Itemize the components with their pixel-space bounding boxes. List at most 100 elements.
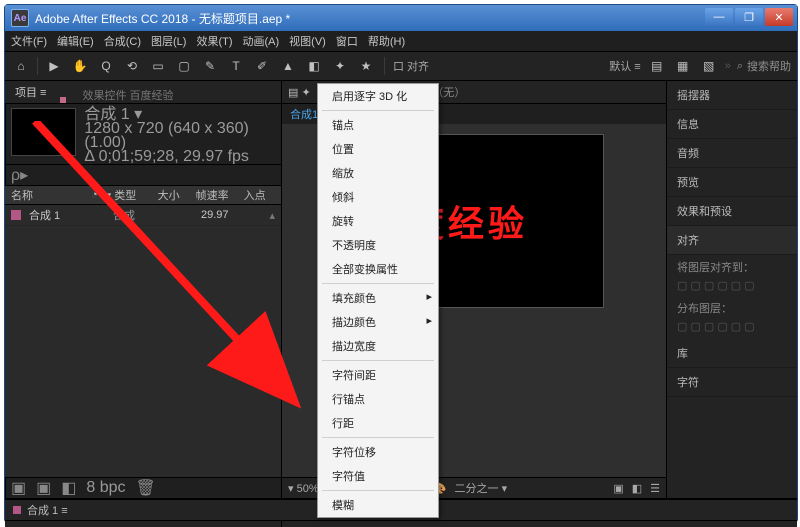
context-menu-item[interactable]: 描边宽度 [318,334,438,358]
comp-tab-icons[interactable]: ▤ ✦ [288,86,311,99]
context-menu-item[interactable]: 行距 [318,411,438,435]
orbit-tool-icon[interactable]: ⟲ [122,56,142,76]
context-menu-separator [322,110,434,111]
align-buttons[interactable]: ▢ ▢ ▢ ▢ ▢ ▢ [667,279,797,296]
context-menu-item[interactable]: 启用逐字 3D 化 [318,84,438,108]
workspace-icon-3[interactable]: ▧ [699,56,719,76]
submenu-arrow-icon: ▸ [426,314,432,327]
col-inpoint[interactable]: 入点 [244,187,266,203]
menu-view[interactable]: 视图(V) [289,33,326,49]
menu-effect[interactable]: 效果(T) [196,33,232,49]
viewer-icon-r3[interactable]: ☰ [650,482,660,495]
bpc-label[interactable]: 8 bpc [86,479,125,497]
context-menu-item[interactable]: 字符值 [318,464,438,488]
new-folder-icon[interactable]: ▣ [36,478,51,498]
menu-edit[interactable]: 编辑(E) [57,33,94,49]
context-menu-separator [322,490,434,491]
context-menu-item[interactable]: 字符位移 [318,440,438,464]
context-menu-item[interactable]: 描边颜色▸ [318,310,438,334]
home-icon[interactable]: ⌂ [11,56,31,76]
viewer-icon-r2[interactable]: ◧ [632,482,642,495]
search-icon: ⌕ [737,60,743,73]
resolution-dropdown[interactable]: 二分之一 ▾ [455,480,508,496]
col-label-icon[interactable]: ◔ [91,189,98,201]
roto-tool-icon[interactable]: ✦ [330,56,350,76]
hand-tool-icon[interactable]: ✋ [70,56,90,76]
panel-library[interactable]: 库 [667,339,797,368]
menu-window[interactable]: 窗口 [336,33,358,49]
project-search-input[interactable]: ρ▸ [11,165,28,185]
panel-info[interactable]: 信息 [667,110,797,139]
panel-align[interactable]: 对齐 [667,226,797,255]
interpret-icon[interactable]: ▣ [11,478,26,498]
camera-tool-icon[interactable]: ▭ [148,56,168,76]
comp-duration: Δ 0;01;59;28, 29.97 fps [84,150,275,164]
panel-wiggler[interactable]: 摇摆器 [667,81,797,110]
zoom-tool-icon[interactable]: Q [96,56,116,76]
trash-icon[interactable]: 🗑 [136,478,156,498]
panel-audio[interactable]: 音频 [667,139,797,168]
panel-preview[interactable]: 预览 [667,168,797,197]
workspace-icon-1[interactable]: ▤ [647,56,667,76]
pen-tool-icon[interactable]: ✎ [200,56,220,76]
submenu-arrow-icon: ▸ [426,290,432,303]
context-menu-item[interactable]: 位置 [318,137,438,161]
context-menu-item[interactable]: 模糊 [318,493,438,517]
context-menu: 启用逐字 3D 化锚点位置缩放倾斜旋转不透明度全部变换属性填充颜色▸描边颜色▸描… [317,83,439,518]
col-name[interactable]: 名称 [11,187,83,203]
project-row[interactable]: 合成 1 合成 29.97 ▴ [5,205,281,226]
menu-file[interactable]: 文件(F) [11,33,47,49]
snap-toggle[interactable]: 口 对齐 [393,58,429,74]
context-menu-item[interactable]: 字符间距 [318,363,438,387]
context-menu-item[interactable]: 锚点 [318,113,438,137]
tool-group-left: ⌂ ▶ ✋ Q ⟲ ▭ ▢ ✎ T ✐ ▲ ◧ ✦ ★ [11,56,376,76]
eraser-tool-icon[interactable]: ◧ [304,56,324,76]
close-button[interactable]: ✕ [765,8,793,26]
context-menu-item[interactable]: 全部变换属性 [318,257,438,281]
window-buttons: — ❐ ✕ [703,8,793,28]
menu-animation[interactable]: 动画(A) [243,33,280,49]
effect-swatch-icon [60,97,66,103]
project-panel: 项目 ≡ 效果控件 百度经验 合成 1 ▾ 1280 x 720 (640 x … [5,81,282,498]
shape-tool-icon[interactable]: ▢ [174,56,194,76]
context-menu-item[interactable]: 倾斜 [318,185,438,209]
new-comp-icon[interactable]: ◧ [61,478,76,498]
tab-project[interactable]: 项目 ≡ [13,81,48,103]
text-tool-icon[interactable]: T [226,56,246,76]
workspace-icon-2[interactable]: ▦ [673,56,693,76]
context-menu-separator [322,437,434,438]
context-menu-item[interactable]: 行锚点 [318,387,438,411]
menu-help[interactable]: 帮助(H) [368,33,405,49]
selection-tool-icon[interactable]: ▶ [44,56,64,76]
magnification-dropdown[interactable]: ▾ 50% [288,482,319,495]
tab-effect-controls[interactable]: 效果控件 百度经验 [82,87,173,103]
project-search-row: ρ▸ [5,164,281,186]
context-menu-item[interactable]: 旋转 [318,209,438,233]
panel-effects-presets[interactable]: 效果和预设 [667,197,797,226]
col-fps[interactable]: 帧速率 [196,187,236,203]
context-menu-item[interactable]: 填充颜色▸ [318,286,438,310]
search-placeholder[interactable]: 搜索帮助 [747,58,791,74]
menu-composition[interactable]: 合成(C) [104,33,141,49]
col-type[interactable]: ▾ 类型 [106,187,150,203]
puppet-tool-icon[interactable]: ★ [356,56,376,76]
context-menu-item[interactable]: 不透明度 [318,233,438,257]
menu-layer[interactable]: 图层(L) [151,33,186,49]
app-icon: Ae [11,9,29,27]
current-timecode[interactable]: 0;00;00;00 [5,521,105,527]
panel-character[interactable]: 字符 [667,368,797,397]
stamp-tool-icon[interactable]: ▲ [278,56,298,76]
minimize-button[interactable]: — [705,8,733,26]
maximize-button[interactable]: ❐ [735,8,763,26]
col-size[interactable]: 大小 [158,187,188,203]
row-type: 合成 [113,207,155,223]
context-menu-item[interactable]: 缩放 [318,161,438,185]
comp-dimensions: 1280 x 720 (640 x 360) (1.00) [84,122,275,150]
timeline-tab-label: 合成 1 ≡ [27,502,68,518]
menubar: 文件(F) 编辑(E) 合成(C) 图层(L) 效果(T) 动画(A) 视图(V… [5,31,797,51]
comp-thumbnail[interactable] [11,108,76,156]
distribute-buttons[interactable]: ▢ ▢ ▢ ▢ ▢ ▢ [667,320,797,339]
viewer-icon-r1[interactable]: ▣ [613,482,623,495]
workspace-dropdown[interactable]: 默认 ≡ [609,58,640,74]
brush-tool-icon[interactable]: ✐ [252,56,272,76]
